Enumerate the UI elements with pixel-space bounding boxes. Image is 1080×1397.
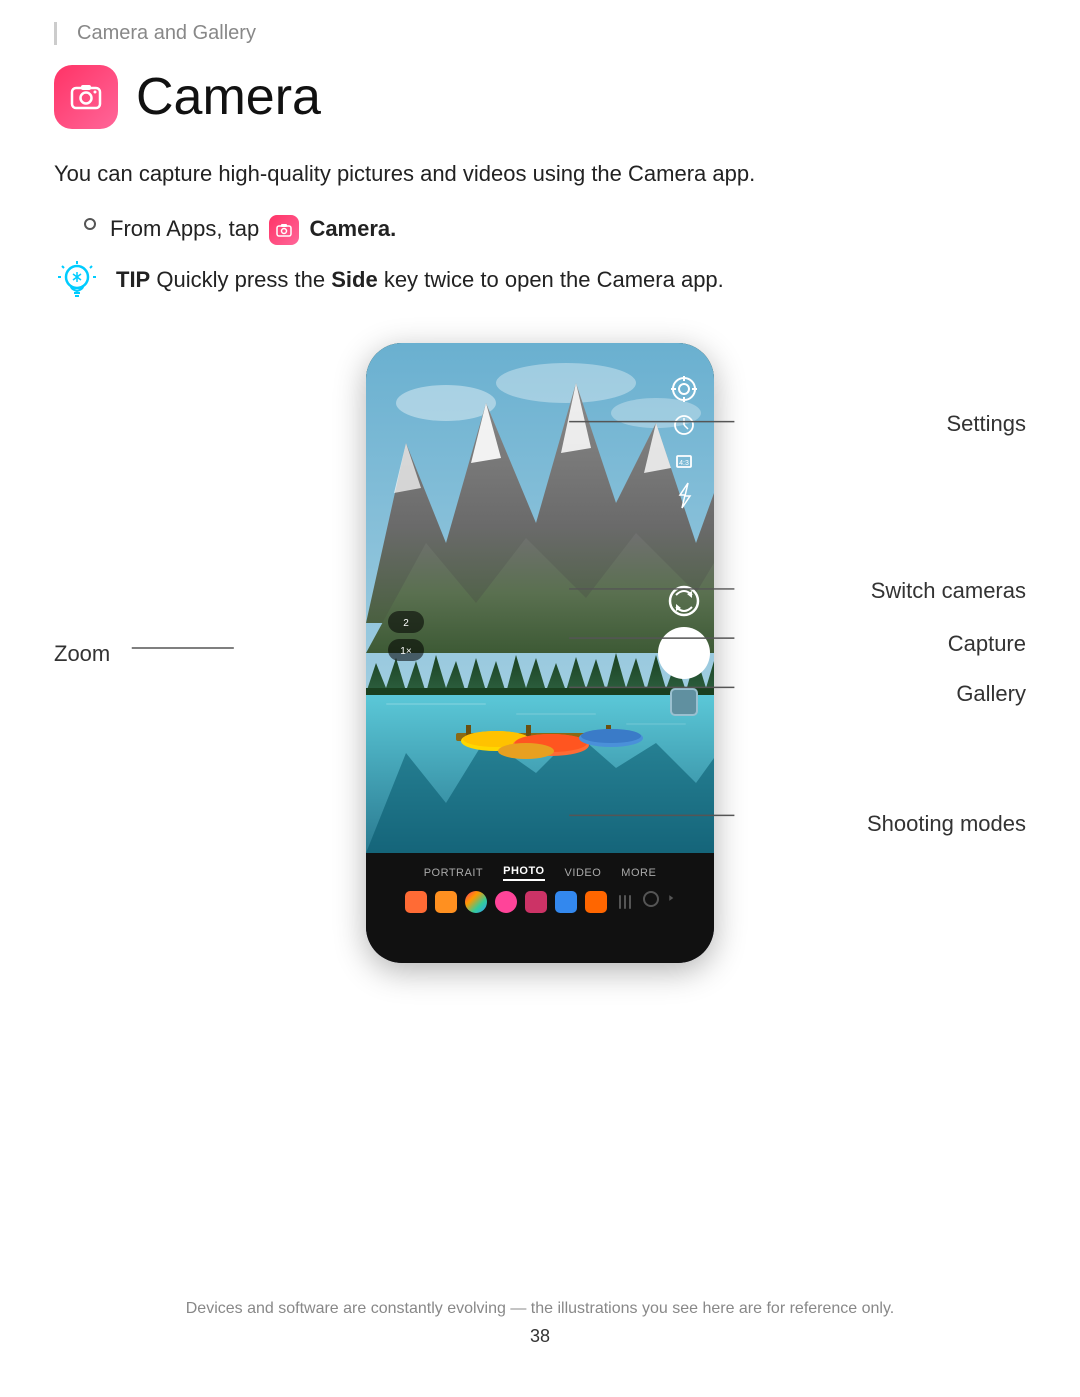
page-title: Camera	[136, 67, 321, 127]
tip-text: TIP Quickly press the Side key twice to …	[116, 263, 724, 296]
callout-switch-cameras: Switch cameras	[871, 578, 1026, 604]
callout-shooting-modes: Shooting modes	[867, 811, 1026, 837]
footer-page-number: 38	[0, 1326, 1080, 1347]
photo-mode: PHOTO	[503, 865, 544, 881]
portrait-mode: PORTRAIT	[424, 867, 483, 879]
svg-text:1×: 1×	[400, 646, 412, 657]
breadcrumb-text: Camera and Gallery	[77, 22, 256, 44]
list-item-from-apps: From Apps, tap Camera.	[84, 212, 1026, 245]
svg-text:4:3: 4:3	[679, 460, 689, 467]
shooting-modes-bar: PORTRAIT PHOTO VIDEO MORE	[366, 853, 714, 881]
camera-viewfinder: 4:3 2	[366, 343, 714, 853]
list-item-text: From Apps, tap Camera.	[110, 212, 396, 245]
diagram-area: 4:3 2	[54, 333, 1026, 963]
footer-disclaimer: Devices and software are constantly evol…	[0, 1300, 1080, 1318]
callout-settings: Settings	[947, 411, 1027, 437]
tip-lightbulb-icon	[54, 259, 100, 305]
inline-camera-icon	[269, 215, 299, 245]
list-bullet	[84, 218, 96, 230]
footer: Devices and software are constantly evol…	[0, 1300, 1080, 1347]
more-mode: MORE	[621, 867, 656, 879]
callout-zoom: Zoom	[54, 641, 110, 667]
callout-capture: Capture	[948, 631, 1026, 657]
tip-row: TIP Quickly press the Side key twice to …	[54, 263, 1026, 305]
intro-text: You can capture high-quality pictures an…	[54, 157, 1026, 190]
video-mode: VIDEO	[565, 867, 602, 879]
page-title-row: Camera	[54, 65, 1026, 129]
camera-app-icon	[54, 65, 118, 129]
phone-bottom-bar: PORTRAIT PHOTO VIDEO MORE	[366, 853, 714, 963]
callout-gallery: Gallery	[956, 681, 1026, 707]
dock-icons	[366, 887, 714, 913]
svg-text:2: 2	[403, 618, 409, 629]
phone-mockup: 4:3 2	[366, 343, 714, 963]
